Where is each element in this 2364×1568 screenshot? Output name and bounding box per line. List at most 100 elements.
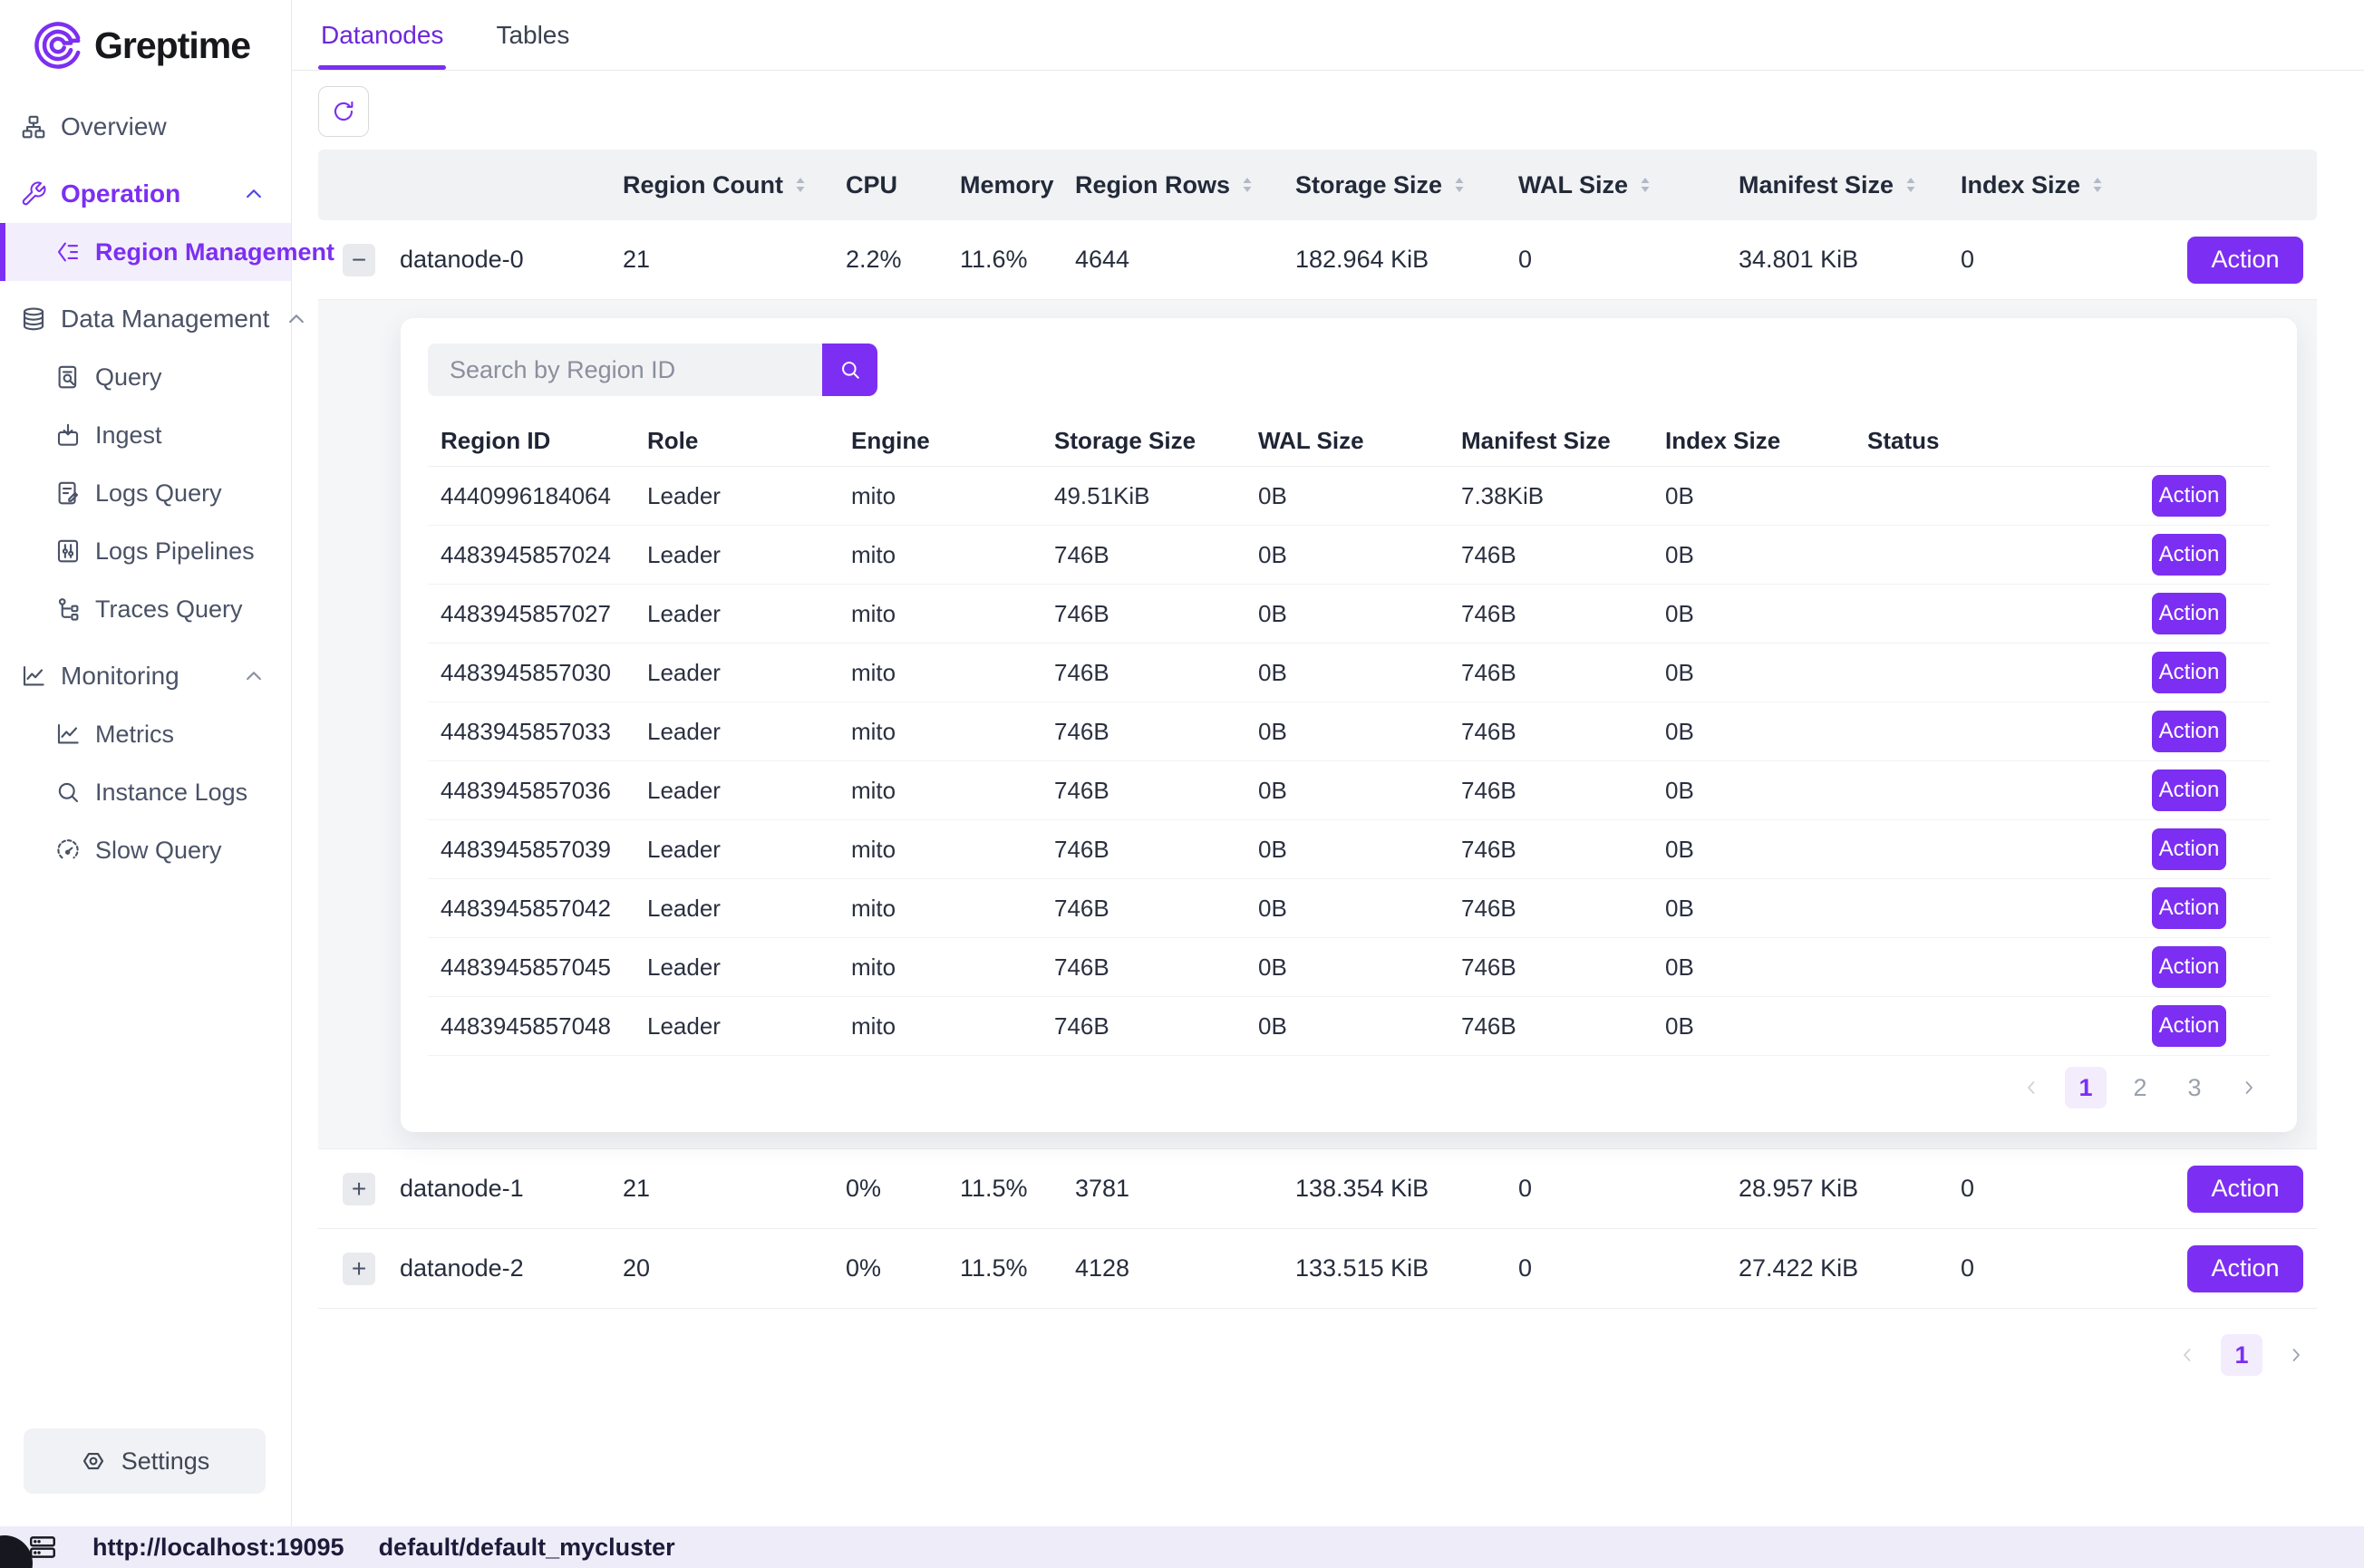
brand-logo[interactable]: Greptime (0, 0, 291, 73)
sort-icon[interactable] (1639, 175, 1652, 195)
region-cell-region-id: 4483945857024 (428, 541, 635, 569)
datanode-action-button[interactable]: Action (2187, 237, 2303, 284)
refresh-button[interactable] (318, 86, 369, 137)
sidebar-item-label: Logs Query (95, 479, 222, 508)
datanode-cell-cpu: 0% (846, 1254, 960, 1282)
expand-cell: + (318, 1253, 400, 1285)
sort-icon[interactable] (2091, 175, 2104, 195)
sort-icon[interactable] (1453, 175, 1466, 195)
datanode-action-button[interactable]: Action (2187, 1166, 2303, 1213)
chevron-up-icon (240, 180, 267, 208)
sidebar-item-overview[interactable]: Overview (0, 98, 291, 156)
sidebar-item-label: Metrics (95, 721, 174, 749)
region-cell-wal-size: 0B (1245, 895, 1448, 923)
region-action-button[interactable]: Action (2152, 711, 2226, 752)
column-header-label: WAL Size (1518, 171, 1628, 199)
column-header-region-count[interactable]: Region Count (623, 171, 846, 199)
sidebar-item-monitoring[interactable]: Monitoring (0, 647, 291, 705)
region-search-input[interactable] (428, 344, 822, 396)
content-area: Region CountCPUMemoryRegion RowsStorage … (292, 71, 2364, 1376)
region-search-button[interactable] (822, 344, 877, 396)
datanode-cell-manifest-size: 27.422 KiB (1739, 1254, 1961, 1282)
column-header-label: Region Count (623, 171, 783, 199)
regions-prev-page-button[interactable] (2010, 1067, 2052, 1108)
region-cell-engine: mito (838, 777, 1042, 805)
region-cell-engine: mito (838, 482, 1042, 510)
sidebar-item-query[interactable]: Query (0, 348, 291, 406)
column-header-storage-size[interactable]: Storage Size (1295, 171, 1518, 199)
region-cell-manifest-size: 746B (1448, 600, 1652, 628)
region-cell-index-size: 0B (1652, 895, 1855, 923)
sidebar-item-operation[interactable]: Operation (0, 165, 291, 223)
sidebar-item-label: Data Management (61, 305, 269, 334)
region-cell-storage-size: 746B (1042, 659, 1245, 687)
region-action-cell: Action (2152, 887, 2270, 929)
region-action-cell: Action (2152, 534, 2270, 576)
collapse-row-button[interactable]: − (343, 244, 375, 276)
datanode-cell-cpu: 0% (846, 1175, 960, 1203)
sidebar-item-logs-query[interactable]: Logs Query (0, 464, 291, 522)
datanode-cell-storage-size: 133.515 KiB (1295, 1254, 1518, 1282)
sidebar: Greptime Overview OperationRegion Managem… (0, 0, 292, 1526)
regions-next-page-button[interactable] (2228, 1067, 2270, 1108)
datanodes-next-page-button[interactable] (2275, 1334, 2317, 1376)
sidebar-item-data-management[interactable]: Data Management (0, 290, 291, 348)
region-action-cell: Action (2152, 828, 2270, 870)
expand-row-button[interactable]: + (343, 1253, 375, 1285)
tab-datanodes[interactable]: Datanodes (321, 0, 443, 70)
region-action-button[interactable]: Action (2152, 1005, 2226, 1047)
region-action-button[interactable]: Action (2152, 475, 2226, 517)
datanode-action-button[interactable]: Action (2187, 1245, 2303, 1292)
datanode-cell-manifest-size: 28.957 KiB (1739, 1175, 1961, 1203)
region-action-button[interactable]: Action (2152, 534, 2226, 576)
column-header-region-rows[interactable]: Region Rows (1075, 171, 1295, 199)
region-cell-wal-size: 0B (1245, 1012, 1448, 1040)
sidebar-item-slow-query[interactable]: Slow Query (0, 821, 291, 879)
region-action-button[interactable]: Action (2152, 946, 2226, 988)
region-action-button[interactable]: Action (2152, 887, 2226, 929)
sidebar-item-region-management[interactable]: Region Management (0, 223, 291, 281)
sidebar-item-ingest[interactable]: Ingest (0, 406, 291, 464)
datanode-row-datanode-0: −datanode-0212.2%11.6%4644182.964 KiB034… (318, 220, 2317, 300)
sidebar-item-logs-pipelines[interactable]: Logs Pipelines (0, 522, 291, 580)
region-action-button[interactable]: Action (2152, 828, 2226, 870)
sort-icon[interactable] (1241, 175, 1254, 195)
settings-button[interactable]: Settings (24, 1428, 266, 1494)
status-url: http://localhost:19095 (92, 1534, 344, 1562)
column-header-label: Manifest Size (1739, 171, 1894, 199)
sidebar-item-traces-query[interactable]: Traces Query (0, 580, 291, 638)
column-header-wal-size[interactable]: WAL Size (1518, 171, 1739, 199)
sidebar-item-instance-logs[interactable]: Instance Logs (0, 763, 291, 821)
chevron-up-icon (240, 663, 267, 690)
sidebar-item-metrics[interactable]: Metrics (0, 705, 291, 763)
wrench-icon (20, 180, 47, 208)
region-cell-storage-size: 746B (1042, 718, 1245, 746)
regions-pagination: 123 (428, 1067, 2270, 1108)
column-header-index-size[interactable]: Index Size (1961, 171, 2183, 199)
sidebar-item-label: Slow Query (95, 837, 222, 865)
sort-icon[interactable] (1904, 175, 1917, 195)
sort-icon[interactable] (794, 175, 807, 195)
tab-tables[interactable]: Tables (496, 0, 569, 70)
regions-page-3[interactable]: 3 (2174, 1067, 2215, 1108)
region-action-button[interactable]: Action (2152, 769, 2226, 811)
column-header-manifest-size[interactable]: Manifest Size (1739, 171, 1961, 199)
datanode-cell-index-size: 0 (1961, 1254, 2183, 1282)
datanodes-prev-page-button[interactable] (2166, 1334, 2208, 1376)
datanode-cell-wal-size: 0 (1518, 1175, 1739, 1203)
region-cell-index-size: 0B (1652, 1012, 1855, 1040)
region-cell-role: Leader (635, 953, 838, 982)
expand-row-button[interactable]: + (343, 1173, 375, 1205)
regions-page-2[interactable]: 2 (2119, 1067, 2161, 1108)
column-header-label: Storage Size (1295, 171, 1442, 199)
datanode-cell-manifest-size: 34.801 KiB (1739, 246, 1961, 274)
region-action-cell: Action (2152, 1005, 2270, 1047)
datanodes-page-1[interactable]: 1 (2221, 1334, 2262, 1376)
datanode-cell-region-count: 21 (623, 246, 846, 274)
region-action-button[interactable]: Action (2152, 652, 2226, 693)
region-action-button[interactable]: Action (2152, 593, 2226, 634)
region-cell-region-id: 4483945857042 (428, 895, 635, 923)
region-column-header-engine: Engine (838, 427, 1042, 455)
regions-page-1[interactable]: 1 (2065, 1067, 2107, 1108)
status-bar: http://localhost:19095 default/default_m… (0, 1526, 2364, 1568)
